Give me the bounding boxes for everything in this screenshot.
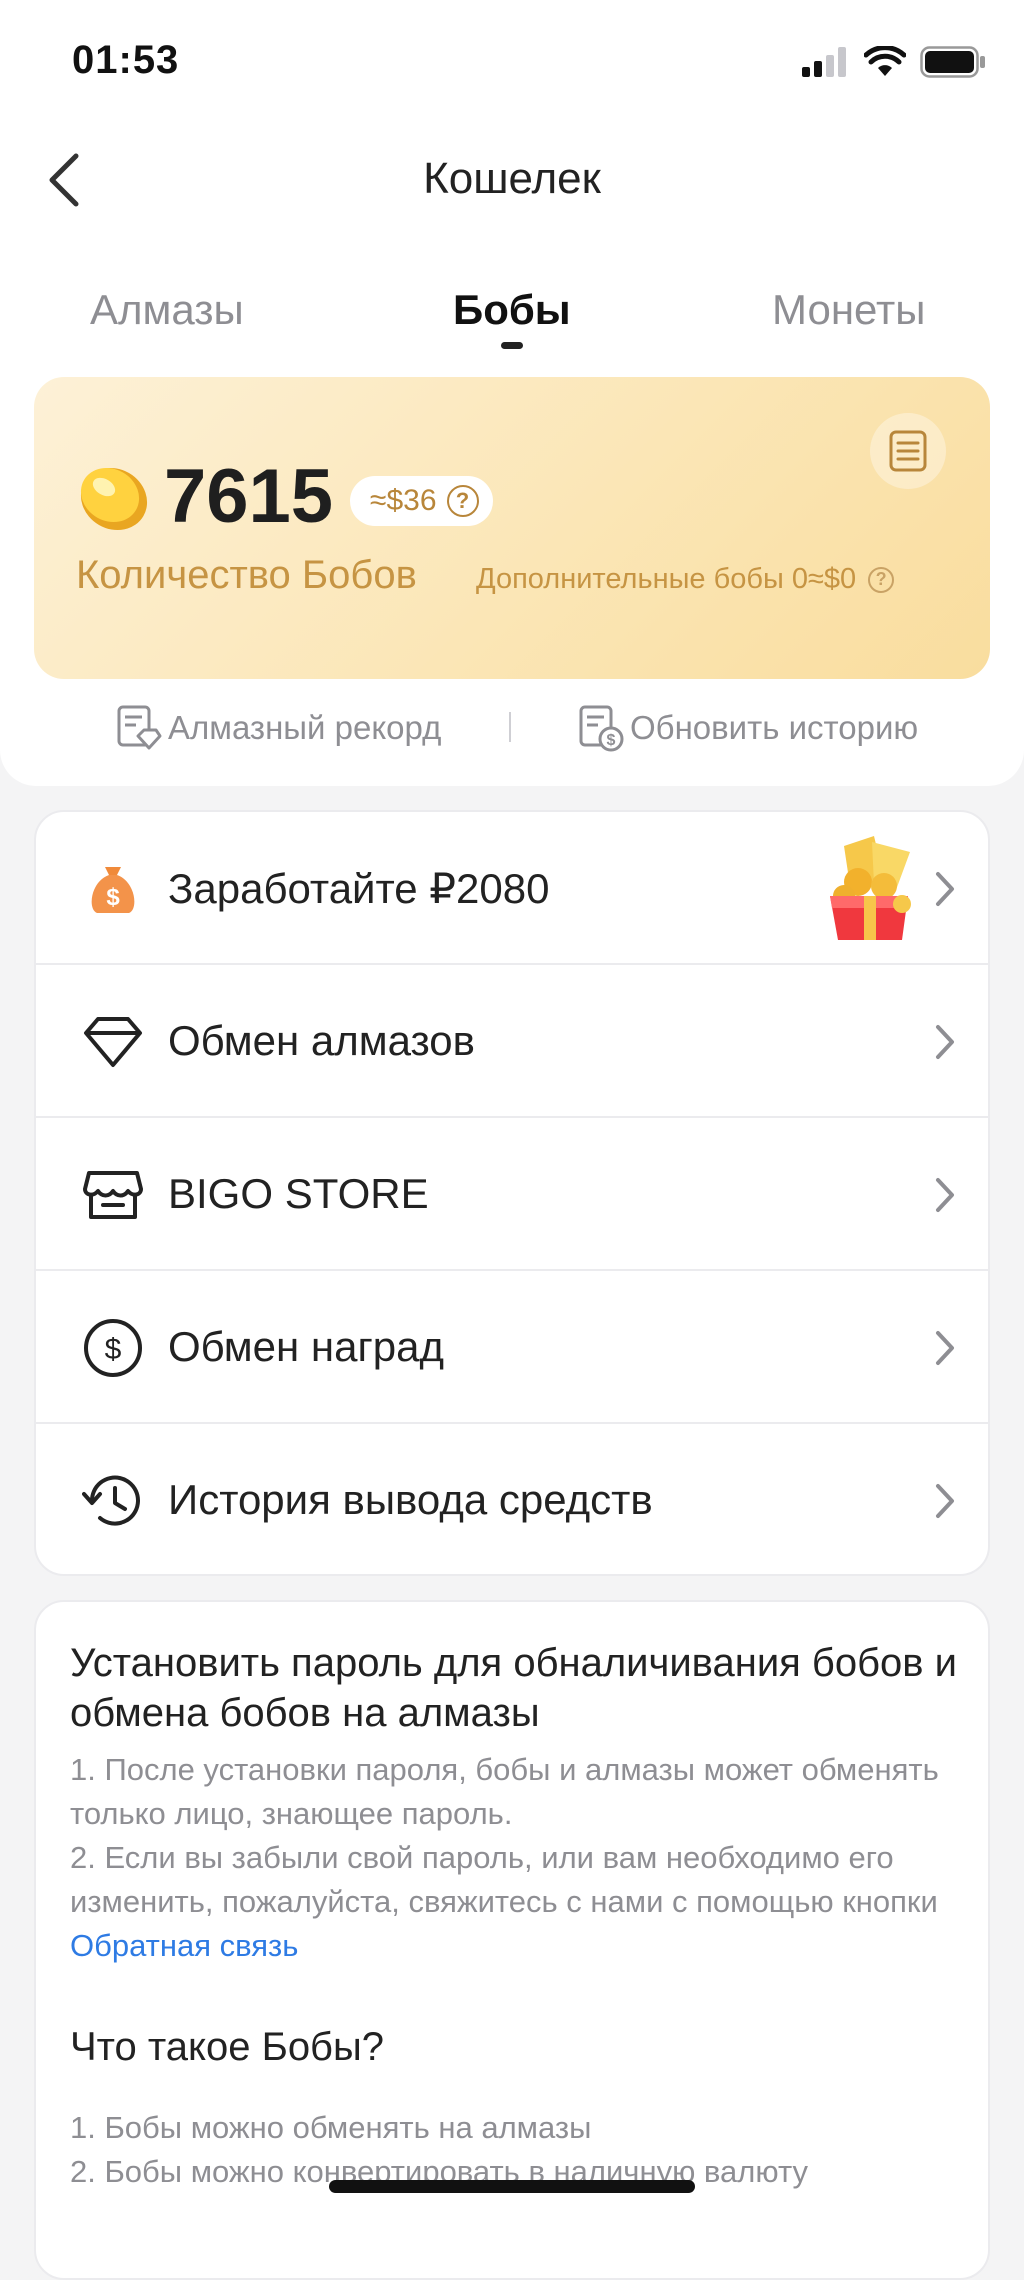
chevron-right-icon bbox=[936, 1178, 954, 1212]
update-history-link[interactable]: $ Обновить историю bbox=[578, 704, 918, 752]
svg-text:$: $ bbox=[607, 732, 616, 749]
chevron-right-icon bbox=[936, 1331, 954, 1365]
battery-icon bbox=[920, 46, 985, 78]
wallet-header-panel: 01:53 Кошелек Алмазы Бобы Монеты 7615 ≈$… bbox=[0, 0, 1024, 786]
usd-equivalent-badge[interactable]: ≈$36 ? bbox=[350, 476, 493, 526]
active-tab-indicator bbox=[501, 342, 523, 349]
beans-amount: 7615 bbox=[164, 454, 334, 539]
tab-beans[interactable]: Бобы bbox=[453, 286, 571, 334]
wallet-tabs: Алмазы Бобы Монеты bbox=[0, 280, 1024, 360]
menu-label-diamond-exchange: Обмен алмазов bbox=[168, 1017, 475, 1064]
chevron-right-icon bbox=[936, 1025, 954, 1059]
menu-row-withdrawal-history[interactable]: История вывода средств bbox=[36, 1424, 988, 1574]
diamond-record-label: Алмазный рекорд bbox=[168, 709, 442, 746]
password-info-point-2-text: 2. Если вы забыли свой пароль, или вам н… bbox=[70, 1840, 938, 1919]
svg-text:$: $ bbox=[106, 884, 120, 911]
tab-coins[interactable]: Монеты bbox=[772, 286, 925, 334]
bean-coin-icon bbox=[80, 467, 148, 531]
menu-row-rewards-exchange[interactable]: $ Обмен наград bbox=[36, 1271, 988, 1424]
store-icon bbox=[82, 1164, 144, 1226]
details-list-button[interactable] bbox=[870, 413, 946, 489]
money-bag-icon: $ bbox=[82, 858, 144, 920]
beans-count-label: Количество Бобов bbox=[76, 553, 417, 597]
extra-beans-info[interactable]: Дополнительные бобы 0≈$0 ? bbox=[476, 563, 895, 596]
records-bar: Алмазный рекорд $ Обновить историю bbox=[0, 700, 1024, 756]
history-icon bbox=[82, 1470, 144, 1532]
extra-beans-help-icon[interactable]: ? bbox=[868, 566, 895, 593]
menu-row-bigo-store[interactable]: BIGO STORE bbox=[36, 1118, 988, 1271]
navigation-bar: Кошелек bbox=[0, 140, 1024, 220]
menu-row-earn[interactable]: $ Заработайте ₽2080 bbox=[36, 812, 988, 965]
menu-label-earn: Заработайте ₽2080 bbox=[168, 865, 550, 912]
wifi-icon bbox=[864, 46, 906, 76]
menu-label-bigo-store: BIGO STORE bbox=[168, 1170, 429, 1217]
dollar-circle-icon: $ bbox=[82, 1317, 144, 1379]
gift-box-icon bbox=[830, 836, 911, 940]
menu-label-withdrawal-history: История вывода средств bbox=[168, 1476, 653, 1523]
status-icons bbox=[802, 46, 986, 78]
page-title: Кошелек bbox=[423, 154, 601, 203]
password-info-point-1: 1. После установки пароля, бобы и алмазы… bbox=[70, 1752, 939, 1831]
bean-history-icon: $ bbox=[579, 705, 624, 752]
beans-balance-card: 7615 ≈$36 ? Количество Бобов Дополнитель… bbox=[34, 377, 990, 679]
help-icon[interactable]: ? bbox=[446, 485, 479, 517]
chevron-right-icon bbox=[936, 1484, 954, 1518]
document-list-icon bbox=[889, 430, 927, 472]
status-time: 01:53 bbox=[72, 38, 180, 82]
diamond-icon bbox=[82, 1011, 144, 1073]
usd-equivalent-value: ≈$36 bbox=[370, 484, 437, 517]
cellular-signal-icon bbox=[802, 47, 846, 77]
records-divider bbox=[509, 712, 511, 742]
menu-label-rewards-exchange: Обмен наград bbox=[168, 1323, 444, 1370]
svg-text:$: $ bbox=[105, 1333, 122, 1366]
tab-diamonds[interactable]: Алмазы bbox=[90, 286, 244, 334]
beans-info-point-1: 1. Бобы можно обменять на алмазы bbox=[70, 2110, 592, 2145]
chevron-right-icon bbox=[936, 872, 954, 906]
diamond-record-link[interactable]: Алмазный рекорд bbox=[116, 704, 441, 752]
wallet-menu: $ Заработайте ₽2080 Обмен алмазов BIGO S… bbox=[34, 810, 990, 1576]
diamond-record-icon bbox=[117, 705, 162, 750]
beans-info-title: Что такое Бобы? bbox=[70, 2025, 384, 2069]
menu-row-diamond-exchange[interactable]: Обмен алмазов bbox=[36, 965, 988, 1118]
update-history-label: Обновить историю bbox=[630, 709, 919, 746]
status-bar: 01:53 bbox=[0, 0, 1024, 120]
password-info-point-2: 2. Если вы забыли свой пароль, или вам н… bbox=[70, 1836, 970, 1968]
extra-beans-text: Дополнительные бобы 0≈$0 bbox=[476, 563, 857, 595]
home-indicator[interactable] bbox=[329, 2180, 695, 2193]
info-card: Установить пароль для обналичивания бобо… bbox=[34, 1600, 990, 2280]
password-info-title: Установить пароль для обналичивания бобо… bbox=[70, 1641, 957, 1735]
feedback-link[interactable]: Обратная связь bbox=[70, 1928, 298, 1963]
